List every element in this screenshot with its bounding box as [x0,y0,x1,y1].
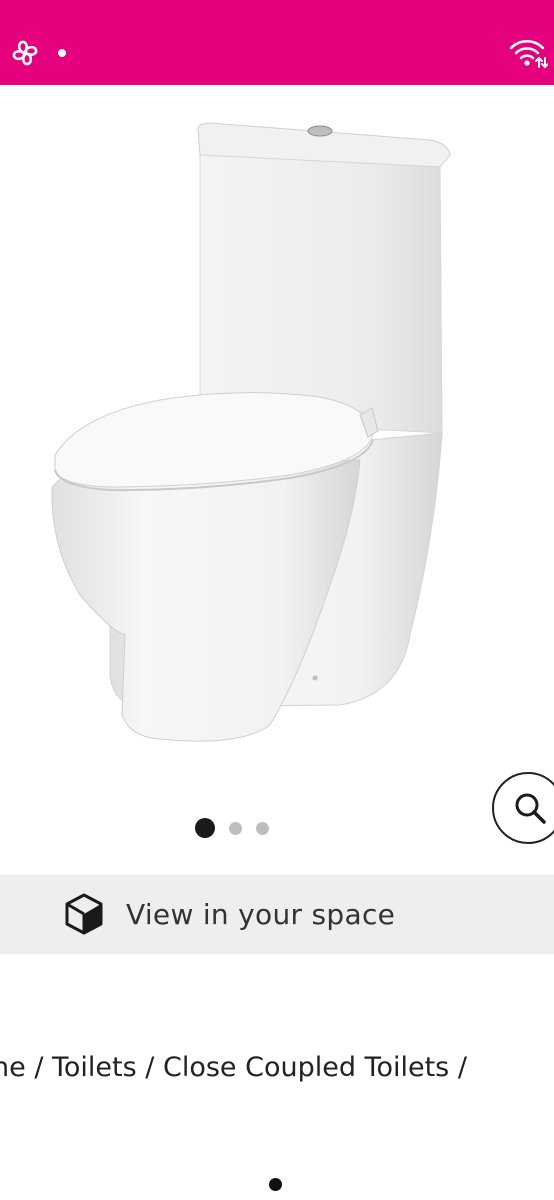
breadcrumb-separator: / [136,1052,163,1083]
toilet-image [51,122,451,742]
notification-dot [58,49,66,57]
magnifier-icon [515,793,546,824]
view-in-your-space-button[interactable]: View in your space [0,875,554,954]
carousel-indicators [195,818,269,838]
breadcrumb: ne / Toilets / Close Coupled Toilets / [0,1052,467,1083]
wifi-icon [509,39,548,69]
status-left-icons [10,38,66,68]
breadcrumb-item-toilets[interactable]: Toilets [52,1052,137,1083]
zoom-button[interactable] [492,772,554,844]
view-in-your-space-label: View in your space [126,898,396,931]
product-gallery[interactable] [0,85,554,875]
carousel-dot-1[interactable] [195,818,215,838]
pagination-dot [269,1178,282,1191]
breadcrumb-separator: / [25,1052,52,1083]
carousel-dot-2[interactable] [229,821,242,835]
pinwheel-icon [12,40,38,66]
carousel-dot-3[interactable] [256,821,269,835]
breadcrumb-item-home[interactable]: ne [0,1052,26,1083]
status-bar [0,0,554,85]
breadcrumb-item-close-coupled-toilets[interactable]: Close Coupled Toilets [163,1052,449,1083]
cube-icon [65,893,103,935]
breadcrumb-separator: / [449,1052,467,1083]
